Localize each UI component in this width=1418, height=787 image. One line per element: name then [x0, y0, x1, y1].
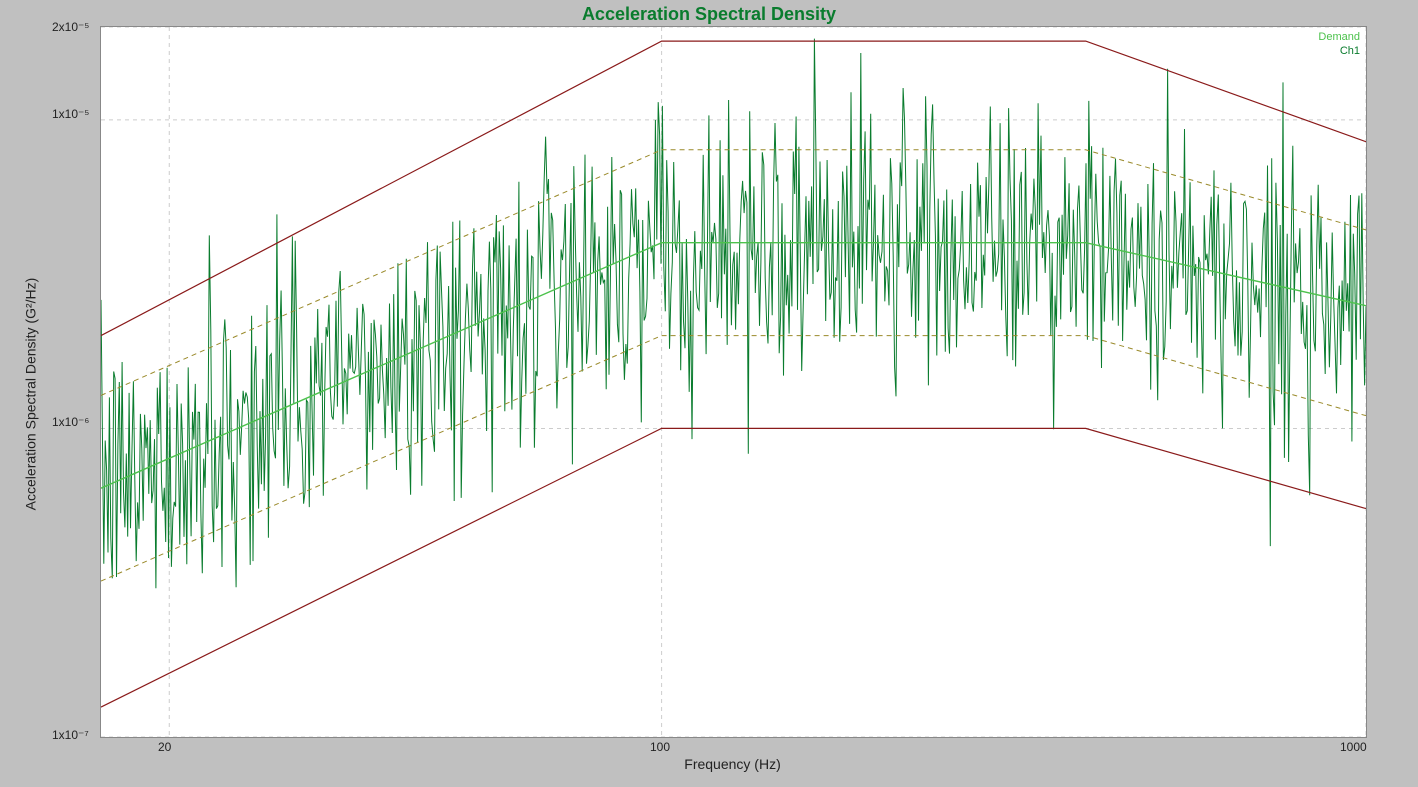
- legend-demand: Demand: [1318, 31, 1360, 43]
- xtick-1000: 1000: [1340, 740, 1367, 754]
- plot-svg: [101, 27, 1366, 737]
- ytick-1e-6: 1x10⁻⁶: [52, 415, 89, 429]
- xtick-100: 100: [650, 740, 670, 754]
- plot-area: Demand Ch1: [100, 26, 1367, 738]
- x-axis-label: Frequency (Hz): [100, 756, 1365, 772]
- xtick-20: 20: [158, 740, 171, 754]
- y-axis-label: Acceleration Spectral Density (G²/Hz): [20, 0, 40, 787]
- ytick-2e-5: 2x10⁻⁵: [52, 20, 89, 34]
- abort-upper: [101, 41, 1366, 336]
- series-ch1: [101, 39, 1366, 589]
- chart-title: Acceleration Spectral Density: [0, 4, 1418, 25]
- abort-lower: [101, 428, 1366, 707]
- legend-ch1: Ch1: [1340, 45, 1360, 57]
- ytick-1e-5: 1x10⁻⁵: [52, 107, 89, 121]
- chart-frame: Acceleration Spectral Density Accelerati…: [0, 0, 1418, 787]
- ytick-1e-7: 1x10⁻⁷: [52, 728, 89, 742]
